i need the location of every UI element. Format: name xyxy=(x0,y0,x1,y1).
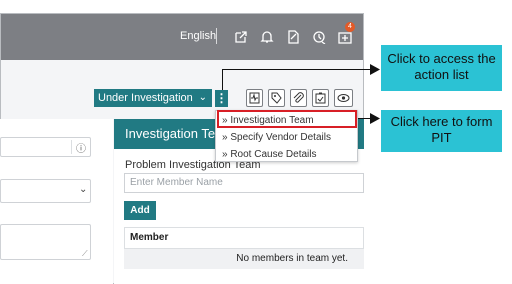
arrow-head-icon xyxy=(370,113,380,124)
resize-handle-icon[interactable]: ⟋ xyxy=(82,249,88,259)
top-bar: English 4 xyxy=(1,14,363,60)
paperclip-icon[interactable] xyxy=(290,89,307,107)
history-icon[interactable] xyxy=(312,30,326,45)
textarea-field[interactable]: ⟋ xyxy=(0,224,91,260)
text-field[interactable]: ⓘ xyxy=(0,137,91,157)
select-field[interactable]: ⌄ xyxy=(0,179,91,203)
add-note-icon[interactable] xyxy=(338,31,352,45)
clipboard-check-icon[interactable] xyxy=(312,89,329,107)
language-selector[interactable]: English xyxy=(180,30,216,42)
file-search-icon[interactable] xyxy=(286,30,300,44)
info-icon[interactable]: ⓘ xyxy=(76,140,86,155)
member-name-input[interactable]: Enter Member Name xyxy=(124,173,364,193)
table-header-member: Member xyxy=(124,227,364,249)
pulse-icon[interactable] xyxy=(246,89,263,107)
menu-item-root-cause[interactable]: » Root Cause Details xyxy=(222,149,317,160)
menu-item-vendor-details[interactable]: » Specify Vendor Details xyxy=(222,132,331,143)
action-menu-button[interactable]: ⋮ xyxy=(215,90,228,107)
chevron-down-icon: ⌄ xyxy=(79,184,88,195)
left-form-panel: ⓘ ⌄ ⟋ xyxy=(0,119,113,284)
notification-badge: 4 xyxy=(345,22,355,32)
eye-icon[interactable] xyxy=(334,89,353,107)
chevron-down-icon: ⌄ xyxy=(198,92,207,103)
tag-icon[interactable] xyxy=(268,89,285,107)
field-divider xyxy=(71,140,72,154)
external-link-icon[interactable] xyxy=(234,30,248,44)
bell-icon[interactable] xyxy=(260,30,274,44)
callout-action-list: Click to access the action list xyxy=(381,45,502,91)
arrow-head-icon xyxy=(370,64,380,75)
status-label: Under Investigation xyxy=(98,92,193,104)
empty-table-message: No members in team yet. xyxy=(124,249,364,269)
highlight-box xyxy=(217,110,357,128)
add-member-button[interactable]: Add xyxy=(124,201,156,220)
status-dropdown-button[interactable]: Under Investigation ⌄ xyxy=(94,89,212,107)
divider xyxy=(216,28,217,44)
arrow-line xyxy=(222,69,223,90)
callout-form-pit: Click here to form PIT xyxy=(381,110,502,152)
arrow-line xyxy=(222,69,372,70)
